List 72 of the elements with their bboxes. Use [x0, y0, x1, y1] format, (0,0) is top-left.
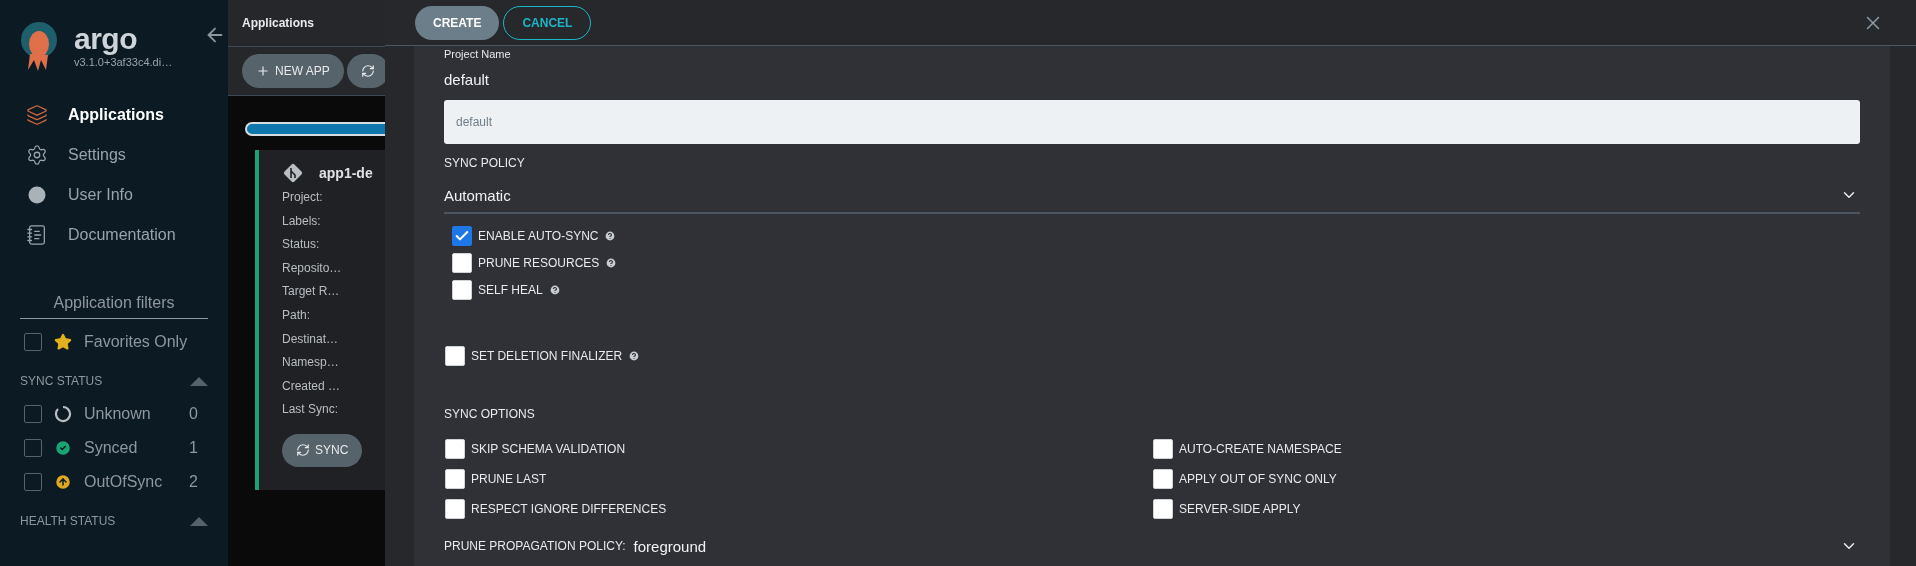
field-label: Target R…	[282, 283, 341, 301]
input-field[interactable]: default	[444, 100, 1860, 144]
help-icon[interactable]	[548, 283, 561, 296]
field-value: default	[444, 70, 491, 90]
section-header[interactable]: SYNC STATUS	[20, 369, 208, 393]
checkbox-label: AUTO-CREATE NAMESPACE	[1179, 441, 1342, 456]
field-label: Project:	[282, 189, 324, 206]
checkbox-label: SERVER-SIDE APPLY	[1179, 501, 1301, 516]
help-icon[interactable]	[605, 256, 618, 269]
section-header[interactable]: HEALTH STATUS	[20, 509, 208, 533]
filter-count: 1	[189, 439, 198, 457]
filter-label: Synced	[84, 439, 139, 457]
refresh-icon	[360, 64, 375, 78]
filters-title: Application filters	[20, 294, 208, 319]
help-icon[interactable]	[628, 349, 641, 362]
section-label: SYNC OPTIONS	[444, 407, 536, 421]
nav-item[interactable]: Documentation	[20, 216, 228, 254]
refresh-icon	[296, 443, 310, 458]
checkbox[interactable]	[24, 473, 42, 491]
filter-label: OutOfSync	[84, 473, 164, 491]
sync-button[interactable]: SYNC	[282, 433, 363, 467]
select-field[interactable]: Automatic	[444, 178, 1860, 214]
help-icon[interactable]	[604, 229, 617, 242]
app-card[interactable]: app1-de Project: Labels: Status: Reposito… Target R… Path: Destinat… Namesp… Created … Last Sync: SYNC	[255, 150, 385, 490]
new-app-button[interactable]: NEW APP	[242, 54, 344, 88]
field-label: Labels:	[282, 212, 322, 230]
page-title: Applications	[242, 16, 314, 30]
layers-icon	[26, 104, 48, 126]
plus-icon	[256, 64, 270, 78]
document-icon	[26, 224, 48, 246]
field-label: Last Sync:	[282, 401, 340, 419]
checkbox-label: SELF HEAL	[478, 282, 543, 297]
star-icon	[54, 333, 72, 351]
field-label: Created …	[282, 377, 342, 395]
caret-up-icon	[190, 376, 208, 386]
brand-name: argo	[74, 22, 138, 56]
field-label: Namesp…	[282, 354, 340, 372]
nav-item[interactable]: User Info	[20, 176, 228, 214]
check-circle-icon	[54, 439, 72, 457]
checkbox-label: ENABLE AUTO-SYNC	[478, 228, 599, 243]
app-title: app1-de	[319, 165, 373, 181]
checkbox-label: SET DELETION FINALIZER	[471, 348, 623, 363]
section-label: SYNC POLICY	[444, 156, 526, 170]
checkbox-label: APPLY OUT OF SYNC ONLY	[1179, 471, 1337, 486]
checkbox[interactable]	[452, 225, 472, 246]
field-label: Path:	[282, 306, 312, 324]
checkbox[interactable]	[24, 439, 42, 457]
arrow-up-circle-icon	[54, 473, 72, 491]
select-field[interactable]: PRUNE PROPAGATION POLICY: foreground	[444, 534, 1860, 558]
checkbox-label: PRUNE RESOURCES	[478, 255, 600, 270]
nav-item[interactable]: Settings	[20, 136, 228, 174]
user-icon	[26, 184, 48, 206]
field-label: Project Name	[444, 48, 512, 61]
filter-label: Unknown	[84, 405, 152, 423]
nav-item[interactable]: Applications	[20, 96, 228, 134]
mascot-logo	[20, 22, 60, 72]
settings-icon	[26, 144, 48, 166]
sync-button[interactable]	[346, 54, 385, 88]
checkbox-label: SKIP SCHEMA VALIDATION	[471, 441, 626, 456]
filter-count: 0	[189, 405, 198, 423]
version-text: v3.1.0+3af33c4.di…	[74, 56, 173, 68]
checkbox[interactable]	[24, 333, 42, 351]
caret-up-icon	[190, 516, 208, 526]
create-button[interactable]: CREATE	[415, 5, 500, 40]
checkbox-label: RESPECT IGNORE DIFFERENCES	[471, 501, 667, 516]
checkbox-label: PRUNE LAST	[471, 471, 547, 486]
checkbox[interactable]	[24, 405, 42, 423]
filter-label: Favorites Only	[84, 333, 189, 351]
field-label: Destinat…	[282, 330, 340, 348]
field-label: Reposito…	[282, 259, 343, 277]
filter-count: 2	[189, 473, 198, 491]
field-label: Status:	[282, 236, 321, 254]
